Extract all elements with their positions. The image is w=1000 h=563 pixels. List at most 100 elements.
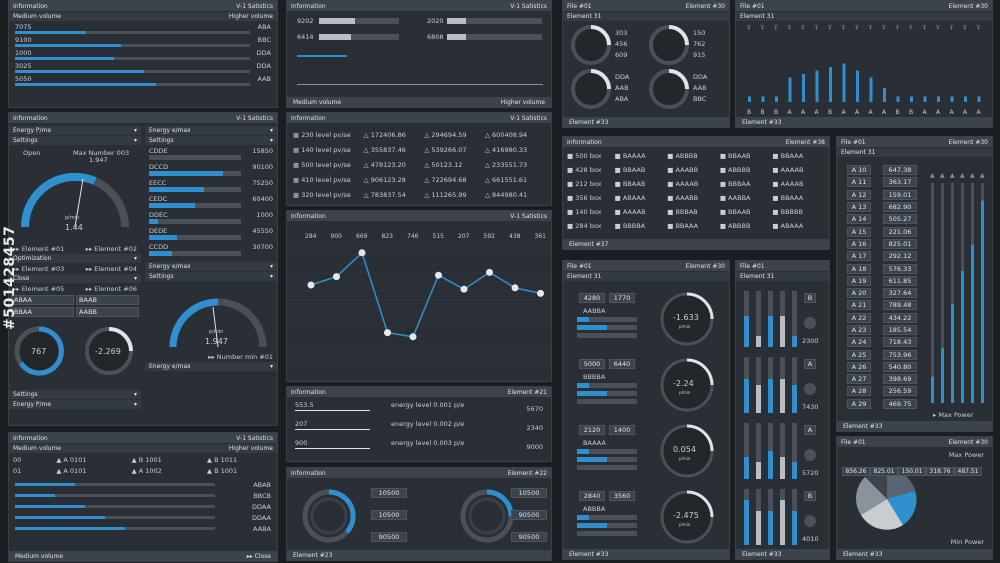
- grid-cell[interactable]: ▲ B 1001: [132, 456, 198, 464]
- grid-row[interactable]: ■ 212 box ■ BBAAB ■ AAAAB ■ BBBAA ■ AAAAB: [567, 177, 825, 191]
- list-item[interactable]: A 10 647.38: [847, 164, 917, 176]
- vertical-slider[interactable]: [744, 291, 749, 347]
- table-row[interactable]: ■ 500 level pv/se △ 478123.20 △ 50123.12 △ …: [293, 157, 545, 172]
- value-box[interactable]: 1400: [609, 425, 635, 435]
- vertical-slider[interactable]: [780, 291, 785, 347]
- value-box[interactable]: 4280: [579, 293, 605, 303]
- table-row[interactable]: ■ 140 level pv/se △ 355837.46 △ 539266.07 △…: [293, 142, 545, 157]
- code-box[interactable]: AABB: [76, 307, 139, 317]
- vertical-slider[interactable]: [768, 423, 773, 479]
- energy-emax-select-3[interactable]: Energy e/max ▾: [145, 362, 277, 371]
- element-05[interactable]: ▸▸ Element #05: [13, 285, 64, 293]
- value-box[interactable]: 5000: [579, 359, 605, 369]
- vertical-slider[interactable]: [756, 423, 761, 479]
- list-item[interactable]: A 21 789.48: [847, 299, 917, 311]
- table-row[interactable]: ■ 230 level pv/se △ 172406.86 △ 294694.59 △…: [293, 127, 545, 142]
- grid-cell[interactable]: ▲ B 1001: [207, 467, 273, 475]
- slider-ruler[interactable]: [297, 79, 543, 85]
- panel-tag[interactable]: Element #22: [508, 470, 547, 477]
- bar-row[interactable]: 1000 DDA: [15, 49, 271, 60]
- grid-row[interactable]: ■ 428 box ■ BBAAB ■ AAABB ■ ABBBB ■ AAAAB: [567, 163, 825, 177]
- energy-row[interactable]: 553.5 energy level 0.001 p/e 5670: [295, 401, 543, 420]
- list-item[interactable]: A 22 434.22: [847, 312, 917, 324]
- panel-tag[interactable]: V-1 Satistics: [236, 435, 273, 442]
- panel-tag[interactable]: V-1 Satistics: [236, 115, 273, 122]
- data-point[interactable]: [460, 285, 468, 293]
- grid-row[interactable]: ■ 500 box ■ BAAAA ■ ABBBB ■ BBAAB ■ BBAAA: [567, 149, 825, 163]
- list-item[interactable]: DEDE 45550: [149, 227, 273, 240]
- bar-row[interactable]: 5050 AAB: [15, 75, 271, 86]
- slider-tag[interactable]: B: [804, 293, 816, 303]
- bar-row[interactable]: AABA: [15, 523, 271, 534]
- list-item[interactable]: A 19 611.85: [847, 275, 917, 287]
- close-control[interactable]: ▸▸ Close: [247, 553, 271, 560]
- energy-row[interactable]: 900 energy level 0.003 p/e 9000: [295, 439, 543, 458]
- list-item[interactable]: A 28 256.59: [847, 385, 917, 397]
- panel-tag[interactable]: V-1 Satistics: [510, 213, 547, 220]
- data-point[interactable]: [358, 249, 366, 257]
- grid-row[interactable]: ■ 140 box ■ AAAAB ■ BBBAB ■ BBAAB ■ BBBBB: [567, 205, 825, 219]
- data-point[interactable]: [486, 268, 493, 276]
- value-box[interactable]: 10500: [511, 488, 547, 498]
- value-box[interactable]: 2120: [579, 425, 605, 435]
- panel-tag[interactable]: Element #30: [949, 439, 988, 446]
- list-item[interactable]: CDDE 15850: [149, 147, 273, 160]
- list-item[interactable]: CCDD 30700: [149, 243, 273, 256]
- panel-tag[interactable]: Element #30: [686, 263, 725, 270]
- settings-row-right[interactable]: Settings ▾: [145, 136, 277, 145]
- grid-cell[interactable]: ▲ A 1002: [132, 467, 198, 475]
- grid-cell[interactable]: ▲ A 0101: [56, 467, 122, 475]
- slider-tag[interactable]: B: [804, 491, 816, 501]
- energy-emax-select[interactable]: Energy e/max ▾: [145, 126, 277, 135]
- energy-pme-select[interactable]: Energy P/me ▾: [9, 126, 141, 135]
- list-item[interactable]: A 17 292.12: [847, 250, 917, 262]
- element-03[interactable]: ▸▸ Element #03: [13, 265, 64, 273]
- value-box[interactable]: 487.51: [954, 467, 982, 476]
- value-box[interactable]: 90500: [371, 532, 407, 542]
- list-item[interactable]: A 29 469.75: [847, 398, 917, 410]
- panel-tag[interactable]: Element #21: [508, 389, 547, 396]
- vertical-slider[interactable]: [768, 291, 773, 347]
- bar-row[interactable]: ABAB: [15, 479, 271, 490]
- grid-cell[interactable]: ▲ B 1011: [207, 456, 273, 464]
- list-item[interactable]: A 11 363.17: [847, 176, 917, 188]
- value-box[interactable]: 2840: [579, 491, 605, 501]
- vertical-slider[interactable]: [792, 489, 797, 545]
- knob[interactable]: [804, 515, 816, 527]
- list-item[interactable]: A 20 327.64: [847, 287, 917, 299]
- energy-pme-select-2[interactable]: Energy P/me ▾: [9, 400, 141, 409]
- slider-tag[interactable]: A: [804, 425, 816, 435]
- list-item[interactable]: A 27 398.69: [847, 373, 917, 385]
- energy-row[interactable]: 207 energy level 0.002 p/e 2340: [295, 420, 543, 439]
- vertical-slider[interactable]: [768, 357, 773, 413]
- settings-row-2[interactable]: Settings ▾: [9, 390, 141, 399]
- panel-tag[interactable]: Element #30: [949, 139, 988, 146]
- vertical-slider[interactable]: [744, 489, 749, 545]
- value-box[interactable]: 90500: [511, 510, 547, 520]
- vertical-slider[interactable]: [756, 357, 761, 413]
- list-item[interactable]: A 23 185.54: [847, 324, 917, 336]
- close-row[interactable]: Close ▾: [9, 274, 141, 283]
- table-row[interactable]: ■ 410 level pv/se △ 906123.28 △ 722694.68 △…: [293, 172, 545, 187]
- list-item[interactable]: A 13 682.90: [847, 201, 917, 213]
- vertical-slider[interactable]: [756, 291, 761, 347]
- vertical-slider[interactable]: [768, 489, 773, 545]
- list-item[interactable]: A 15 221.06: [847, 225, 917, 237]
- knob[interactable]: [804, 383, 816, 395]
- element-04[interactable]: ▸▸ Element #04: [86, 265, 137, 273]
- optimization-row[interactable]: Optimization ▾: [9, 254, 141, 263]
- list-item[interactable]: A 18 576.33: [847, 262, 917, 274]
- code-box[interactable]: BBAA: [11, 307, 74, 317]
- value-box[interactable]: 90500: [511, 532, 547, 542]
- data-point[interactable]: [307, 281, 315, 289]
- list-item[interactable]: DCCD 90100: [149, 163, 273, 176]
- settings-row-right-2[interactable]: Settings ▾: [145, 272, 277, 281]
- value-box[interactable]: 150.01: [898, 467, 926, 476]
- panel-tag[interactable]: V-1 Satistics: [510, 3, 547, 10]
- vertical-slider[interactable]: [792, 291, 797, 347]
- value-box[interactable]: 10500: [371, 488, 407, 498]
- panel-tag[interactable]: V-1 Satistics: [510, 115, 547, 122]
- value-box[interactable]: 318.76: [926, 467, 954, 476]
- vertical-slider[interactable]: [792, 423, 797, 479]
- bar-row[interactable]: 7075 ABA: [15, 23, 271, 34]
